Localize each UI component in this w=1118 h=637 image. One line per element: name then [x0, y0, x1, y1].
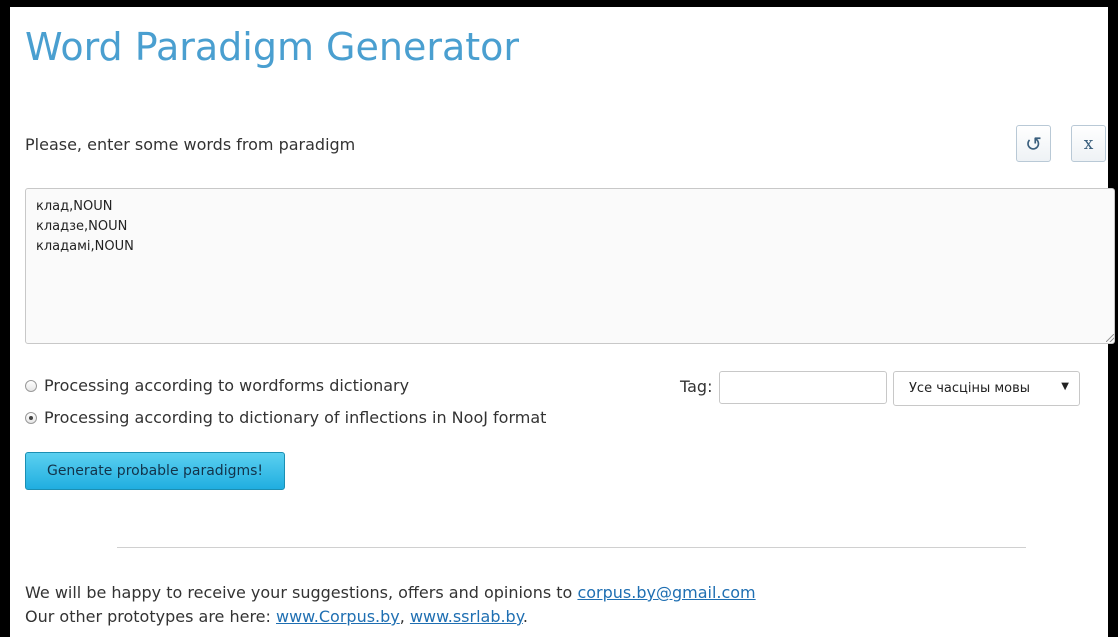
prompt-label: Please, enter some words from paradigm: [25, 135, 356, 154]
tag-input[interactable]: [719, 371, 887, 404]
clear-button[interactable]: x: [1071, 125, 1106, 162]
radio-nooj[interactable]: [25, 411, 37, 424]
refresh-icon: ↺: [1025, 131, 1042, 156]
words-textarea[interactable]: [25, 188, 1115, 344]
option-wordforms[interactable]: Processing according to wordforms dictio…: [25, 376, 409, 395]
footer-end: .: [522, 607, 528, 626]
reset-button[interactable]: ↺: [1016, 125, 1051, 162]
resize-handle-icon[interactable]: [1106, 334, 1114, 342]
option-nooj-label: Processing according to dictionary of in…: [44, 408, 547, 427]
footer-prototypes-text: Our other prototypes are here:: [25, 607, 276, 626]
footer-separator: ,: [399, 607, 410, 626]
generate-button[interactable]: Generate probable paradigms!: [25, 452, 285, 490]
email-link[interactable]: corpus.by@gmail.com: [577, 583, 755, 602]
page-title: Word Paradigm Generator: [25, 25, 520, 69]
footer-contact: We will be happy to receive your suggest…: [25, 583, 756, 602]
page: Word Paradigm Generator Please, enter so…: [8, 5, 1115, 637]
corpus-link[interactable]: www.Corpus.by: [276, 607, 400, 626]
radio-wordforms[interactable]: [25, 379, 37, 392]
option-wordforms-label: Processing according to wordforms dictio…: [44, 376, 410, 395]
footer-prototypes: Our other prototypes are here: www.Corpu…: [25, 607, 528, 626]
option-nooj[interactable]: Processing according to dictionary of in…: [25, 408, 546, 427]
dropdown-arrow-icon: ▼: [1061, 381, 1069, 392]
pos-select-value: Усе часціны мовы: [909, 381, 1031, 396]
tag-label: Tag:: [680, 377, 713, 396]
footer-contact-text: We will be happy to receive your suggest…: [25, 583, 578, 602]
ssrlab-link[interactable]: www.ssrlab.by: [410, 607, 523, 626]
divider: [117, 547, 1026, 548]
part-of-speech-select[interactable]: Усе часціны мовы ▼: [893, 371, 1080, 406]
